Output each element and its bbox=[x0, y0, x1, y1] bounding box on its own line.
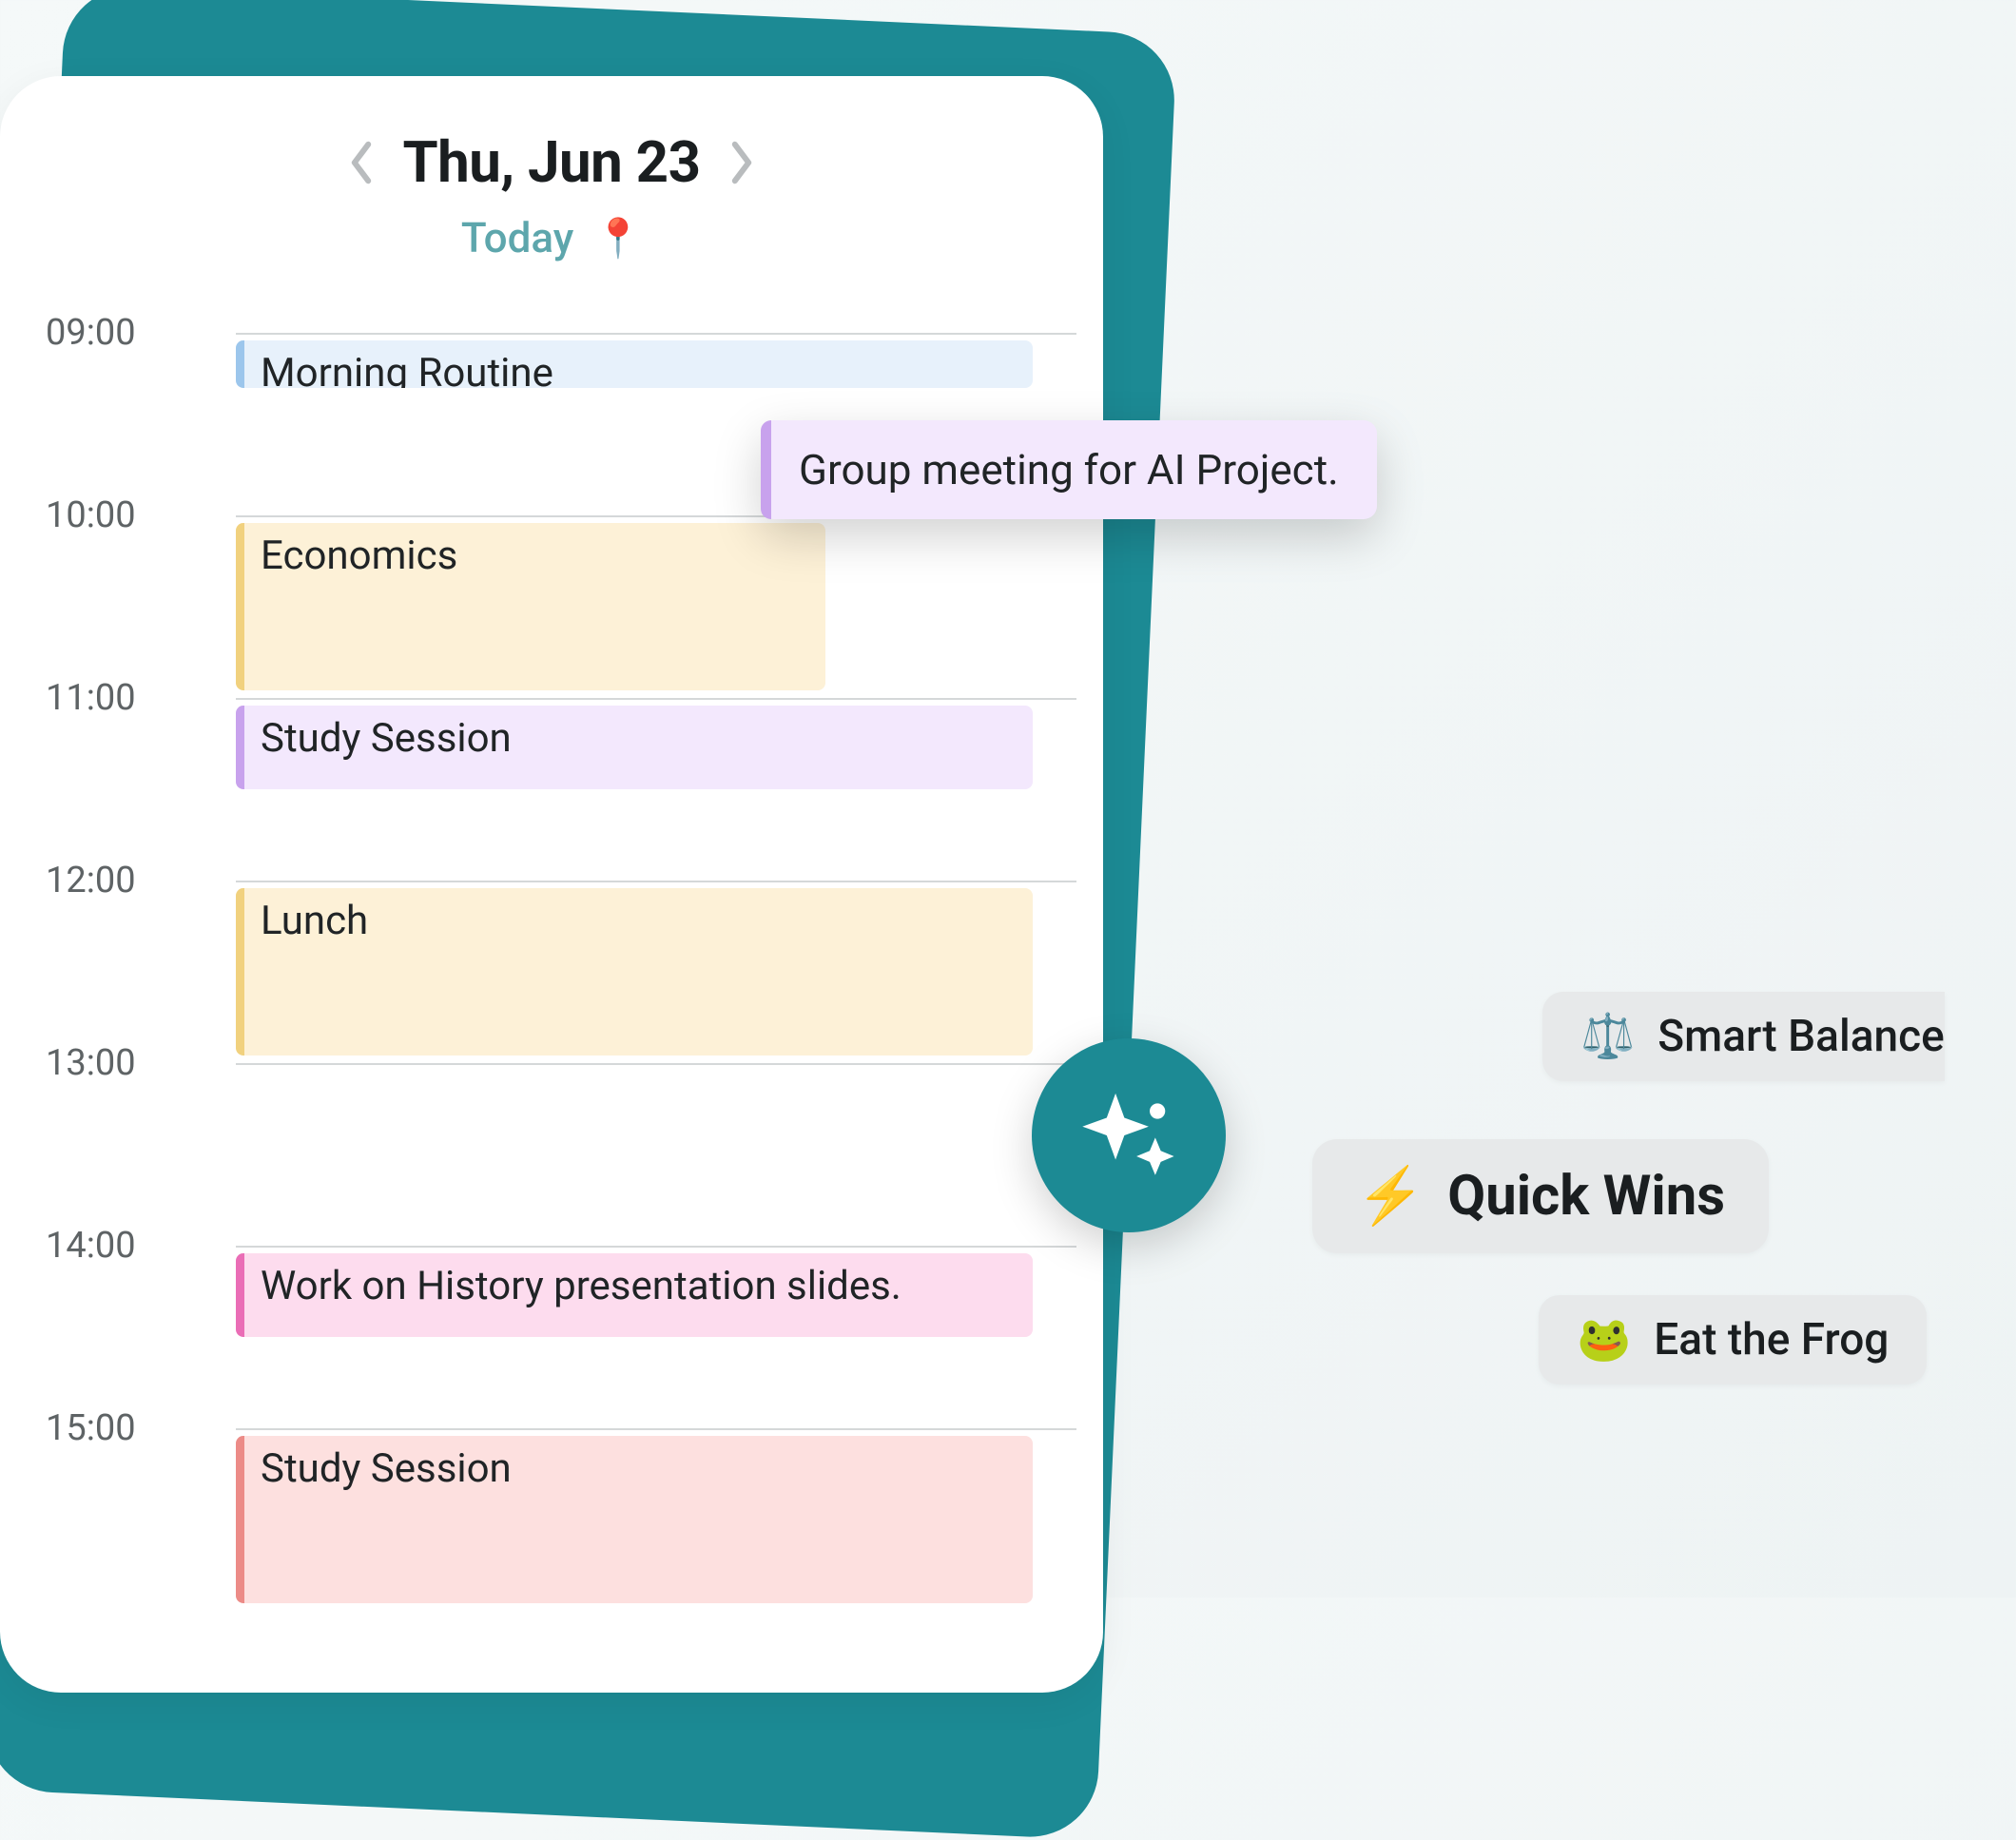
hour-label: 12:00 bbox=[46, 860, 207, 901]
suggestion-smart-balance[interactable]: ⚖️ Smart Balance bbox=[1542, 992, 1945, 1081]
event-label: Study Session bbox=[261, 1445, 512, 1492]
chevron-left-icon[interactable] bbox=[347, 140, 376, 185]
hour-line bbox=[236, 1428, 1076, 1430]
hour-row: 13:00 bbox=[46, 1063, 1076, 1246]
date-title: Thu, Jun 23 bbox=[402, 128, 700, 196]
hour-line bbox=[236, 881, 1076, 882]
frog-icon: 🐸 bbox=[1577, 1314, 1631, 1365]
hour-line bbox=[236, 698, 1076, 700]
hour-row: 15:00 Study Session bbox=[46, 1428, 1076, 1611]
hour-row: 12:00 Lunch bbox=[46, 881, 1076, 1063]
ai-suggest-button[interactable] bbox=[1032, 1038, 1226, 1232]
hour-line bbox=[236, 1246, 1076, 1248]
hour-label: 11:00 bbox=[46, 677, 207, 719]
note-label: Group meeting for AI Project. bbox=[799, 445, 1339, 494]
hour-label: 13:00 bbox=[46, 1042, 207, 1084]
chevron-right-icon[interactable] bbox=[727, 140, 756, 185]
event-label: Work on History presentation slides. bbox=[261, 1263, 901, 1309]
calendar-card: Thu, Jun 23 Today 📍 09:00 Morning Routin… bbox=[0, 76, 1103, 1693]
hour-label: 14:00 bbox=[46, 1225, 207, 1267]
date-navigator: Thu, Jun 23 bbox=[347, 128, 755, 196]
hour-row: 14:00 Work on History presentation slide… bbox=[46, 1246, 1076, 1428]
suggestion-label: Quick Wins bbox=[1447, 1164, 1725, 1229]
scales-icon: ⚖️ bbox=[1580, 1011, 1635, 1062]
floating-task-note[interactable]: Group meeting for AI Project. bbox=[761, 420, 1377, 519]
event-economics[interactable]: Economics bbox=[236, 523, 825, 690]
event-label: Morning Routine bbox=[261, 350, 553, 388]
suggestion-eat-the-frog[interactable]: 🐸 Eat the Frog bbox=[1539, 1295, 1927, 1385]
today-row[interactable]: Today 📍 bbox=[461, 213, 642, 262]
hour-line bbox=[236, 1063, 1076, 1065]
pin-icon: 📍 bbox=[594, 216, 642, 261]
hour-label: 15:00 bbox=[46, 1407, 207, 1449]
hour-row: 10:00 Economics bbox=[46, 515, 1076, 698]
event-history-slides[interactable]: Work on History presentation slides. bbox=[236, 1253, 1033, 1337]
event-morning-routine[interactable]: Morning Routine bbox=[236, 340, 1033, 388]
sparkle-icon bbox=[1074, 1080, 1184, 1191]
hour-line bbox=[236, 333, 1076, 335]
hour-label: 10:00 bbox=[46, 494, 207, 536]
hour-row: 11:00 Study Session bbox=[46, 698, 1076, 881]
event-label: Lunch bbox=[261, 898, 368, 944]
event-study-session-2[interactable]: Study Session bbox=[236, 1436, 1033, 1603]
event-lunch[interactable]: Lunch bbox=[236, 888, 1033, 1056]
event-label: Economics bbox=[261, 533, 457, 579]
suggestion-label: Eat the Frog bbox=[1654, 1314, 1889, 1365]
today-label: Today bbox=[461, 213, 574, 262]
lightning-icon: ⚡ bbox=[1356, 1164, 1425, 1229]
calendar-header: Thu, Jun 23 Today 📍 bbox=[0, 128, 1103, 262]
suggestion-label: Smart Balance bbox=[1657, 1011, 1944, 1062]
hour-label: 09:00 bbox=[46, 312, 207, 354]
suggestion-quick-wins[interactable]: ⚡ Quick Wins bbox=[1312, 1139, 1769, 1253]
event-label: Study Session bbox=[261, 715, 512, 762]
note-color-stripe bbox=[761, 420, 771, 519]
event-study-session-1[interactable]: Study Session bbox=[236, 706, 1033, 789]
